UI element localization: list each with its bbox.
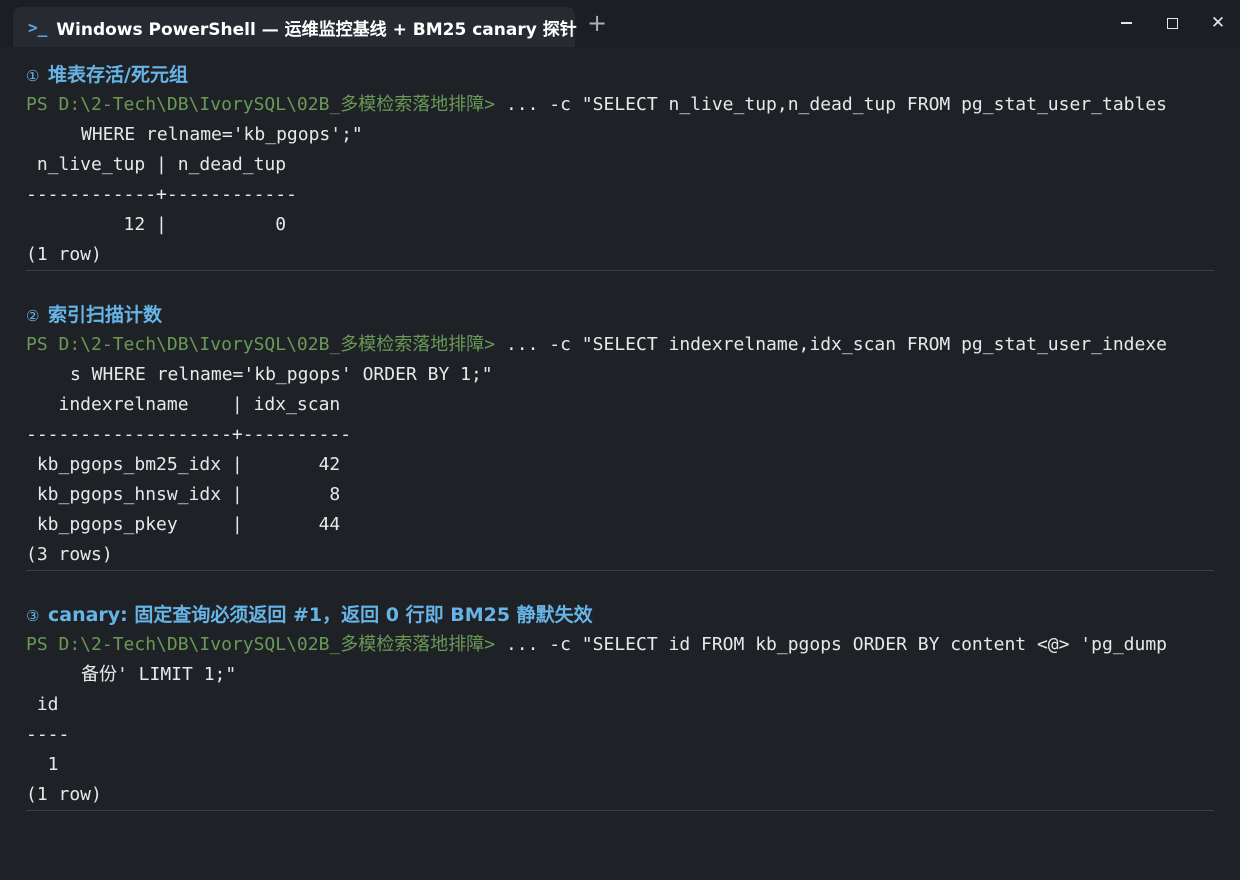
close-icon: ✕ xyxy=(1210,13,1226,33)
minimize-button[interactable] xyxy=(1111,8,1141,38)
output-line: kb_pgops_bm25_idx | 42 xyxy=(26,454,341,475)
command-line: PS D:\2-Tech\DB\IvorySQL\02B_多模检索落地排障> .… xyxy=(0,330,1240,360)
output-line: indexrelname | idx_scan xyxy=(26,394,341,415)
output-line: (1 row) xyxy=(26,784,102,805)
tab-powershell[interactable]: >_ Windows PowerShell — 运维监控基线 + BM25 ca… xyxy=(13,7,577,47)
output-line: id xyxy=(26,694,59,715)
output-line: (3 rows) xyxy=(26,544,113,565)
prompt: PS D:\2-Tech\DB\IvorySQL\02B_多模检索落地排障> xyxy=(26,94,496,115)
section-title: 索引扫描计数 xyxy=(48,304,163,326)
section-number: ① xyxy=(26,67,40,85)
output-line: ---- xyxy=(26,724,70,745)
close-button[interactable]: ✕ xyxy=(1203,8,1233,38)
output-line: n_live_tup | n_dead_tup xyxy=(26,154,287,175)
section-title: canary: 固定查询必须返回 #1，返回 0 行即 BM25 静默失效 xyxy=(48,604,593,626)
command-line: PS D:\2-Tech\DB\IvorySQL\02B_多模检索落地排障> .… xyxy=(0,630,1240,660)
output-line: -------------------+---------- xyxy=(26,424,352,445)
maximize-icon xyxy=(1166,17,1178,29)
tab-title: Windows PowerShell — 运维监控基线 + BM25 canar… xyxy=(56,19,577,40)
command-continuation: WHERE relname='kb_pgops';" xyxy=(81,124,363,145)
section-number: ③ xyxy=(26,607,40,625)
new-tab-button[interactable]: + xyxy=(585,9,609,37)
minimize-icon xyxy=(1120,22,1132,24)
section-number: ② xyxy=(26,307,40,325)
output-line: kb_pgops_pkey | 44 xyxy=(26,514,341,535)
maximize-button[interactable] xyxy=(1157,8,1187,38)
terminal-icon: >_ xyxy=(28,17,48,37)
section-heading: ② 索引扫描计数 xyxy=(0,300,1240,330)
command-continuation: s WHERE relname='kb_pgops' ORDER BY 1;" xyxy=(70,364,493,385)
output-line: 12 | 0 xyxy=(26,214,287,235)
terminal-output[interactable]: ① 堆表存活/死元组 PS D:\2-Tech\DB\IvorySQL\02B_多… xyxy=(0,60,1240,811)
command-text: ... -c "SELECT id FROM kb_pgops ORDER BY… xyxy=(495,634,1167,655)
output-line: 1 xyxy=(26,754,59,775)
output-line: ------------+------------ xyxy=(26,184,297,205)
prompt: PS D:\2-Tech\DB\IvorySQL\02B_多模检索落地排障> xyxy=(26,634,496,655)
command-text: ... -c "SELECT indexrelname,idx_scan FRO… xyxy=(495,334,1167,355)
command-continuation: 备份' LIMIT 1;" xyxy=(81,664,237,685)
section-title: 堆表存活/死元组 xyxy=(48,64,188,86)
command-text: ... -c "SELECT n_live_tup,n_dead_tup FRO… xyxy=(495,94,1167,115)
command-line: PS D:\2-Tech\DB\IvorySQL\02B_多模检索落地排障> .… xyxy=(0,90,1240,120)
section-divider xyxy=(26,810,1214,811)
title-bar: >_ Windows PowerShell — 运维监控基线 + BM25 ca… xyxy=(0,0,1240,47)
output-line: kb_pgops_hnsw_idx | 8 xyxy=(26,484,341,505)
prompt: PS D:\2-Tech\DB\IvorySQL\02B_多模检索落地排障> xyxy=(26,334,496,355)
section-heading: ① 堆表存活/死元组 xyxy=(0,60,1240,90)
section-heading: ③ canary: 固定查询必须返回 #1，返回 0 行即 BM25 静默失效 xyxy=(0,600,1240,630)
output-line: (1 row) xyxy=(26,244,102,265)
